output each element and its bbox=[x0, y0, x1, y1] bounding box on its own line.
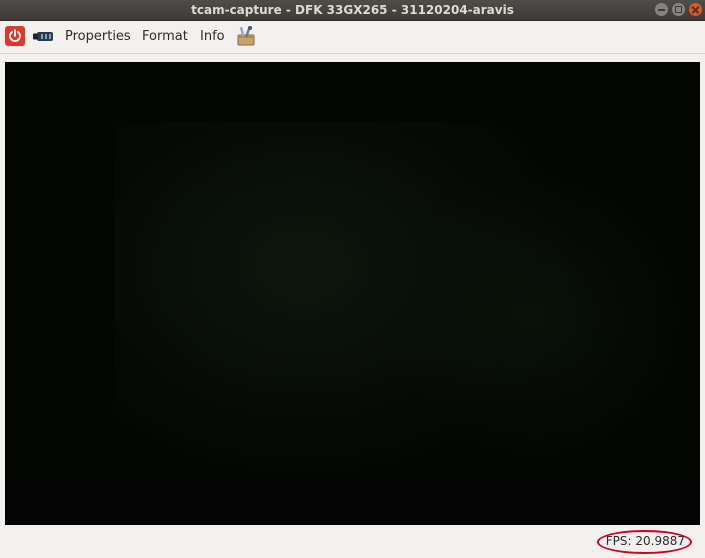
close-icon[interactable] bbox=[689, 3, 702, 16]
maximize-icon[interactable] bbox=[672, 3, 685, 16]
window-title: tcam-capture - DFK 33GX265 - 31120204-ar… bbox=[191, 3, 514, 17]
power-icon[interactable] bbox=[5, 26, 25, 46]
tools-icon[interactable] bbox=[235, 25, 257, 47]
camera-icon[interactable] bbox=[33, 30, 55, 43]
video-content-shade bbox=[385, 172, 685, 462]
video-preview[interactable] bbox=[5, 62, 700, 525]
status-bar: FPS: 20.9887 bbox=[0, 527, 705, 558]
fps-label: FPS: 20.9887 bbox=[605, 534, 685, 548]
toolbar: Properties Format Info bbox=[0, 21, 705, 54]
minimize-icon[interactable] bbox=[655, 3, 668, 16]
tcam-capture-window: tcam-capture - DFK 33GX265 - 31120204-ar… bbox=[0, 0, 705, 558]
title-bar[interactable]: tcam-capture - DFK 33GX265 - 31120204-ar… bbox=[0, 0, 705, 21]
format-button[interactable]: Format bbox=[142, 21, 188, 53]
info-button[interactable]: Info bbox=[200, 21, 225, 53]
properties-button[interactable]: Properties bbox=[65, 21, 131, 53]
video-content-bottom bbox=[5, 482, 700, 525]
